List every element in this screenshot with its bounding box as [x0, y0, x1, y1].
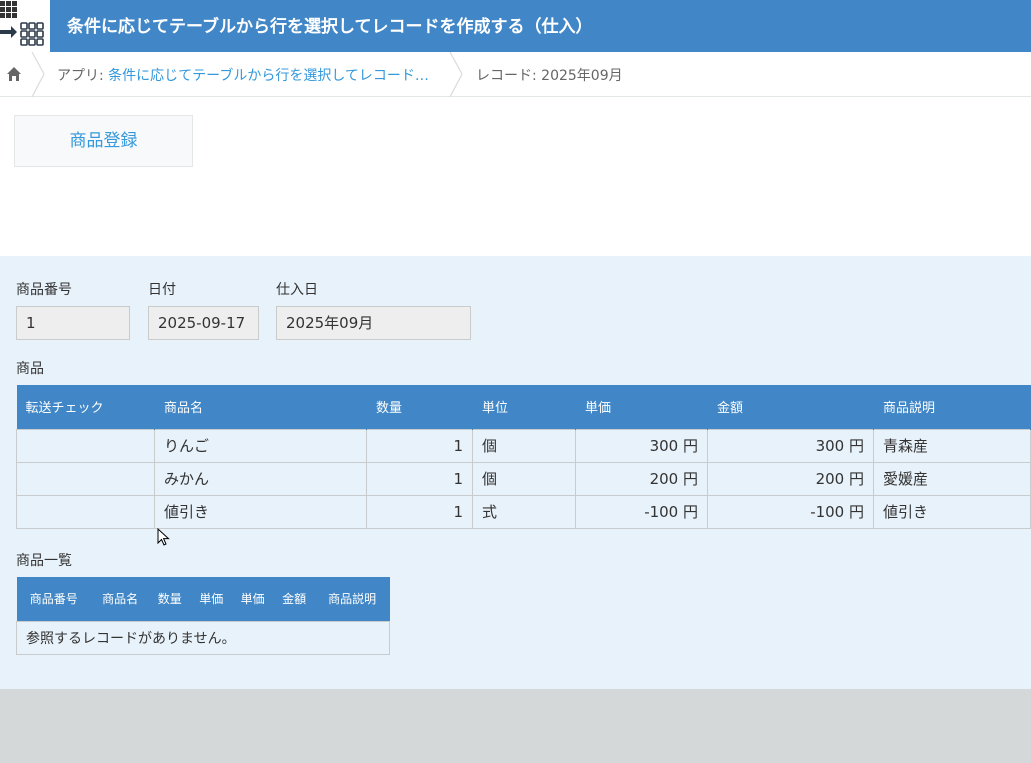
product-list-table: 商品番号 商品名 数量 単価 単価 金額 商品説明 参照するレコードがありません…: [16, 577, 390, 655]
unit-cell[interactable]: 個: [472, 461, 576, 496]
transfer-check-cell[interactable]: [16, 494, 155, 529]
breadcrumb-record: レコード: 2025年09月: [476, 68, 623, 84]
product-table-label: 商品: [16, 361, 44, 377]
col-header: 商品名: [154, 385, 367, 429]
table-header-row: 転送チェック 商品名 数量 単位 単価 金額 商品説明: [16, 385, 1031, 429]
description-cell[interactable]: 値引き: [873, 494, 1031, 529]
col-header: 商品名: [91, 577, 150, 621]
empty-message: 参照するレコードがありません。: [16, 620, 390, 655]
unit-cell[interactable]: 式: [472, 494, 576, 529]
table-row: 参照するレコードがありません。: [16, 620, 390, 655]
app-header: 条件に応じてテーブルから行を選択してレコードを作成する（仕入）: [0, 0, 1031, 52]
product-name-cell[interactable]: 値引き: [154, 494, 367, 529]
col-header: 数量: [366, 385, 473, 429]
quantity-cell[interactable]: 1: [366, 428, 473, 463]
breadcrumb-app-prefix: アプリ:: [57, 68, 109, 84]
purchase-date-field[interactable]: 2025年09月: [276, 306, 471, 340]
col-header: 数量: [149, 577, 191, 621]
col-header: 商品説明: [873, 385, 1031, 429]
home-icon[interactable]: [6, 66, 22, 82]
quantity-cell[interactable]: 1: [366, 461, 473, 496]
unit-price-cell[interactable]: -100 円: [575, 494, 708, 529]
col-header: 転送チェック: [16, 385, 155, 429]
unit-cell[interactable]: 個: [472, 428, 576, 463]
breadcrumb-separator: [31, 52, 45, 97]
quantity-cell[interactable]: 1: [366, 494, 473, 529]
breadcrumb-separator: [449, 52, 463, 97]
app-table-icon: [0, 0, 50, 52]
toolbar-area: 商品登録: [0, 97, 1031, 256]
date-field[interactable]: 2025-09-17: [148, 306, 259, 340]
mouse-cursor-icon: [157, 528, 170, 546]
col-header: 商品説明: [314, 577, 390, 621]
table-row: みかん 1 個 200 円 200 円 愛媛産: [16, 461, 1031, 496]
product-name-cell[interactable]: りんご: [154, 428, 367, 463]
product-name-cell[interactable]: みかん: [154, 461, 367, 496]
col-header: 単価: [190, 577, 232, 621]
breadcrumb-app-link[interactable]: 条件に応じてテーブルから行を選択してレコード…: [108, 68, 429, 84]
register-product-button[interactable]: 商品登録: [14, 115, 193, 167]
amount-cell[interactable]: -100 円: [707, 494, 874, 529]
col-header: 単位: [472, 385, 576, 429]
page-title: 条件に応じてテーブルから行を選択してレコードを作成する（仕入）: [67, 17, 593, 37]
col-header: 金額: [707, 385, 874, 429]
table-row: 値引き 1 式 -100 円 -100 円 値引き: [16, 494, 1031, 529]
col-header: 商品番号: [16, 577, 92, 621]
col-header: 単価: [231, 577, 274, 621]
amount-cell[interactable]: 200 円: [707, 461, 874, 496]
unit-price-cell[interactable]: 200 円: [575, 461, 708, 496]
description-cell[interactable]: 愛媛産: [873, 461, 1031, 496]
product-number-label: 商品番号: [16, 282, 72, 298]
breadcrumb-app: アプリ: 条件に応じてテーブルから行を選択してレコード…: [57, 65, 429, 85]
table-header-row: 商品番号 商品名 数量 単価 単価 金額 商品説明: [16, 577, 390, 621]
transfer-check-cell[interactable]: [16, 461, 155, 496]
product-table: 転送チェック 商品名 数量 単位 単価 金額 商品説明 りんご 1 個 300 …: [16, 385, 1031, 529]
amount-cell[interactable]: 300 円: [707, 428, 874, 463]
breadcrumb: アプリ: 条件に応じてテーブルから行を選択してレコード… レコード: 2025年…: [0, 52, 1031, 97]
col-header: 単価: [575, 385, 708, 429]
table-row: りんご 1 個 300 円 300 円 青森産: [16, 428, 1031, 463]
product-list-label: 商品一覧: [16, 553, 72, 569]
transfer-check-cell[interactable]: [16, 428, 155, 463]
col-header: 金額: [273, 577, 315, 621]
product-number-field[interactable]: 1: [16, 306, 130, 340]
record-form: 商品番号 1 日付 2025-09-17 仕入日 2025年09月 商品 転送チ…: [0, 256, 1031, 689]
description-cell[interactable]: 青森産: [873, 428, 1031, 463]
unit-price-cell[interactable]: 300 円: [575, 428, 708, 463]
purchase-date-label: 仕入日: [276, 282, 318, 298]
date-label: 日付: [148, 282, 176, 298]
